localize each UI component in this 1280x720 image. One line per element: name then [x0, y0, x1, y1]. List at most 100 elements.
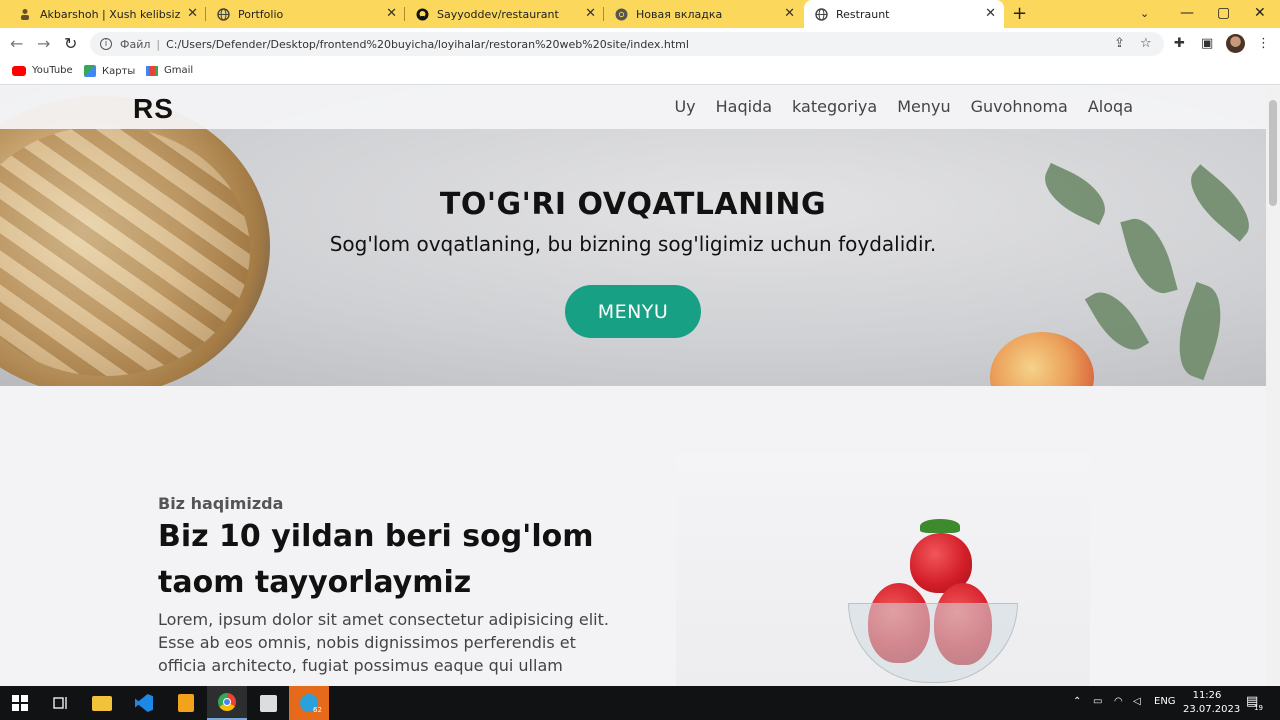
- maps-icon: [84, 65, 96, 77]
- bookmark-label: Gmail: [164, 65, 194, 76]
- tab-restraunt[interactable]: Restraunt ✕: [804, 0, 1004, 28]
- maximize-button[interactable]: ▢: [1217, 5, 1230, 21]
- telegram-button[interactable]: 62: [289, 686, 329, 720]
- chrome-icon: [614, 7, 628, 21]
- inkscape-icon: [259, 694, 277, 712]
- bookmark-gmail[interactable]: Gmail: [146, 65, 193, 76]
- bookmark-youtube[interactable]: YouTube: [12, 65, 73, 76]
- globe-icon: [814, 7, 828, 21]
- bookmarks-bar: YouTube Карты Gmail: [0, 60, 1280, 85]
- bookmark-maps[interactable]: Карты: [84, 65, 135, 77]
- tab-strip: Akbarshoh | Xush kelibsiz ✕ Portfolio ✕ …: [0, 0, 1280, 28]
- tab-github-restaurant[interactable]: Sayyoddev/restaurant ✕: [405, 0, 604, 28]
- chrome-icon: [218, 693, 236, 711]
- gmail-icon: [146, 65, 158, 76]
- reload-icon[interactable]: ↻: [64, 34, 77, 53]
- language-indicator[interactable]: ENG: [1154, 696, 1176, 707]
- tab-search-icon[interactable]: ⌄: [1140, 7, 1149, 20]
- leaf-image: [1165, 281, 1235, 381]
- menu-button[interactable]: MENYU: [565, 285, 701, 338]
- task-view-icon: [53, 697, 67, 709]
- hero-section: TO'G'RI OVQATLANING Sog'lom ovqatlaning,…: [0, 86, 1266, 386]
- leaf-image: [1120, 212, 1178, 300]
- task-view-button[interactable]: [40, 686, 80, 720]
- person-icon: [18, 7, 32, 21]
- glass-bowl: [848, 603, 1018, 683]
- page-scrollbar[interactable]: [1266, 86, 1280, 686]
- bookmark-label: Карты: [102, 65, 136, 77]
- close-icon[interactable]: ✕: [784, 7, 795, 20]
- tab-title: Restraunt: [836, 7, 890, 21]
- tab-portfolio[interactable]: Portfolio ✕: [206, 0, 405, 28]
- tray-chevron-icon[interactable]: ⌃: [1073, 696, 1081, 707]
- info-icon[interactable]: i: [100, 38, 112, 50]
- url-text[interactable]: C:/Users/Defender/Desktop/frontend%20buy…: [166, 38, 689, 51]
- nav-link-about[interactable]: Haqida: [716, 97, 772, 116]
- notes-app-button[interactable]: [166, 686, 206, 720]
- window-close-button[interactable]: ✕: [1254, 5, 1266, 21]
- scrollbar-thumb[interactable]: [1269, 100, 1277, 206]
- about-eyebrow: Biz haqimizda: [158, 494, 284, 513]
- scheme-label: Файл: [120, 37, 151, 51]
- new-tab-button[interactable]: +: [1012, 3, 1027, 24]
- web-page: TO'G'RI OVQATLANING Sog'lom ovqatlaning,…: [0, 86, 1266, 686]
- leaf-image: [1084, 282, 1150, 360]
- folder-icon: [92, 695, 112, 711]
- nav-link-contact[interactable]: Aloqa: [1088, 97, 1133, 116]
- tab-title: Sayyoddev/restaurant: [437, 7, 559, 21]
- clock-date: 23.07.2023: [1183, 704, 1241, 715]
- side-panel-icon[interactable]: ▣: [1201, 36, 1213, 51]
- site-header: RS Uy Haqida kategoriya Menyu Guvohnoma …: [0, 86, 1266, 129]
- battery-icon[interactable]: ▭: [1093, 696, 1102, 707]
- profile-avatar[interactable]: [1226, 34, 1245, 53]
- browser-toolbar: ← → ↻ i Файл | C:/Users/Defender/Desktop…: [0, 28, 1280, 60]
- tab-title: Новая вкладка: [636, 7, 723, 21]
- close-icon[interactable]: ✕: [187, 7, 198, 20]
- youtube-icon: [12, 65, 26, 76]
- tab-title: Portfolio: [238, 7, 284, 21]
- start-button[interactable]: [0, 686, 40, 720]
- tab-new-tab[interactable]: Новая вкладка ✕: [604, 0, 803, 28]
- globe-icon: [216, 7, 230, 21]
- menu-dots-icon[interactable]: ⋮: [1257, 36, 1270, 51]
- clock-time: 11:26: [1192, 690, 1222, 701]
- strawberries-image: [676, 453, 1090, 686]
- tab-akbarshoh[interactable]: Akbarshoh | Xush kelibsiz ✕: [8, 0, 206, 28]
- hero-title: TO'G'RI OVQATLANING: [439, 187, 827, 222]
- extensions-icon[interactable]: ✚: [1174, 36, 1185, 51]
- nav-link-home[interactable]: Uy: [674, 97, 695, 116]
- share-icon[interactable]: ⇪: [1114, 36, 1125, 51]
- windows-icon: [12, 695, 28, 711]
- address-divider: |: [156, 37, 161, 51]
- github-icon: [415, 7, 429, 21]
- volume-icon[interactable]: ◁: [1133, 696, 1141, 707]
- vscode-button[interactable]: [124, 686, 164, 720]
- nav-link-menu[interactable]: Menyu: [897, 97, 950, 116]
- chrome-taskbar-button[interactable]: [207, 686, 247, 720]
- address-bar[interactable]: i Файл | C:/Users/Defender/Desktop/front…: [90, 32, 1164, 56]
- close-icon[interactable]: ✕: [386, 7, 397, 20]
- hero-subtitle: Sog'lom ovqatlaning, bu bizning sog'ligi…: [329, 232, 937, 256]
- site-nav: Uy Haqida kategoriya Menyu Guvohnoma Alo…: [674, 97, 1133, 116]
- inkscape-button[interactable]: [248, 686, 288, 720]
- close-icon[interactable]: ✕: [985, 7, 996, 20]
- about-text: Lorem, ipsum dolor sit amet consectetur …: [158, 610, 609, 675]
- minimize-button[interactable]: —: [1180, 5, 1194, 21]
- apple-image: [990, 332, 1094, 386]
- strawberry-leaves: [920, 519, 960, 533]
- site-logo[interactable]: RS: [133, 93, 174, 125]
- file-explorer-button[interactable]: [82, 686, 122, 720]
- back-arrow-icon[interactable]: ←: [10, 34, 23, 53]
- notes-icon: [178, 694, 194, 712]
- star-icon[interactable]: ☆: [1140, 36, 1152, 51]
- nav-link-testimonials[interactable]: Guvohnoma: [971, 97, 1068, 116]
- telegram-badge: 62: [313, 706, 322, 714]
- clock[interactable]: 11:26 23.07.2023: [1183, 689, 1241, 717]
- nav-link-category[interactable]: kategoriya: [792, 97, 877, 116]
- about-title: Biz 10 yildan beri sog'lom taom tayyorla…: [158, 519, 594, 600]
- notification-count: 19: [1254, 704, 1263, 712]
- tab-title: Akbarshoh | Xush kelibsiz: [40, 7, 181, 21]
- wifi-icon[interactable]: ◠: [1114, 696, 1123, 707]
- forward-arrow-icon[interactable]: →: [37, 34, 50, 53]
- close-icon[interactable]: ✕: [585, 7, 596, 20]
